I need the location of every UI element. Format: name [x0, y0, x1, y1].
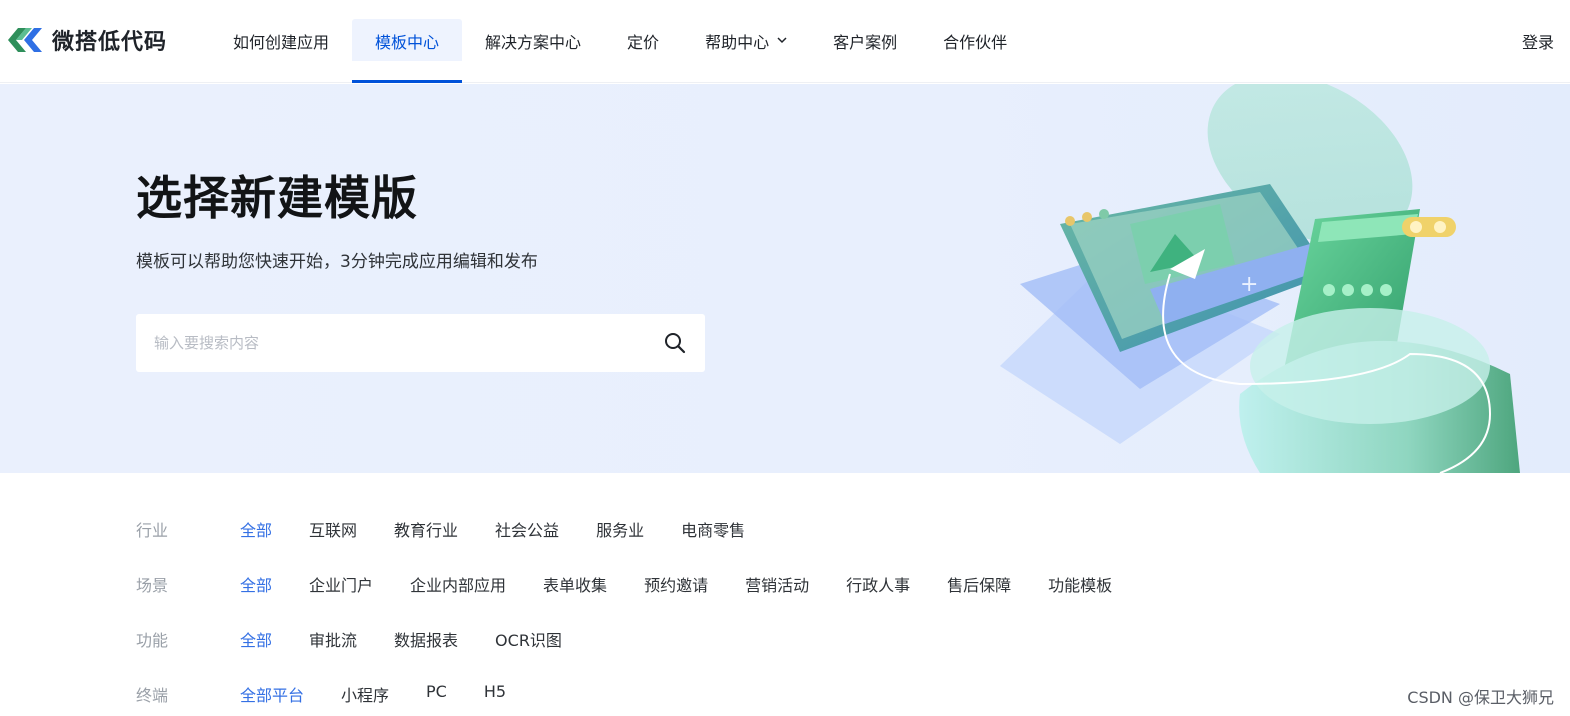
watermark: CSDN @保卫大狮兄 [1407, 688, 1554, 707]
filter-label: 行业 [136, 521, 169, 540]
nav-item-label: 如何创建应用 [233, 33, 330, 52]
filter-options: 全部平台 小程序 PC H5 [240, 670, 543, 706]
search-icon[interactable] [663, 331, 687, 355]
nav-item-label: 模板中心 [375, 33, 440, 52]
filter-option[interactable]: 预约邀请 [644, 560, 708, 596]
filter-option[interactable]: 全部平台 [240, 670, 304, 706]
nav-item-1[interactable]: 模板中心 [352, 19, 463, 83]
filter-option[interactable]: 售后保障 [947, 560, 1011, 596]
filter-label: 终端 [136, 686, 169, 705]
filter-row: 场景 全部 企业门户 企业内部应用 表单收集 预约邀请 营销活动 行政人事 售后保障 功能模板 [136, 560, 1236, 615]
filter-option[interactable]: 互联网 [309, 505, 357, 541]
filter-option[interactable]: 全部 [240, 505, 272, 541]
hero-banner: 选择新建模版 模板可以帮助您快速开始，3分钟完成应用编辑和发布 输入要搜索内容 … [0, 84, 1570, 473]
filter-option[interactable]: 数据报表 [394, 615, 458, 651]
filter-option[interactable]: 审批流 [309, 615, 357, 651]
nav-item-3[interactable]: 定价 [604, 19, 682, 83]
filter-option[interactable]: 表单收集 [543, 560, 607, 596]
filter-row: 行业 全部 互联网 教育行业 社会公益 服务业 电商零售 [136, 505, 1236, 560]
filter-option[interactable]: 企业门户 [309, 560, 373, 596]
nav-item-2[interactable]: 解决方案中心 [462, 19, 604, 83]
filter-option[interactable]: PC [426, 670, 447, 701]
filter-label: 功能 [136, 631, 169, 650]
nav-item-0[interactable]: 如何创建应用 [210, 19, 352, 83]
brand-name: 微搭低代码 [52, 30, 168, 55]
filter-row: 终端 全部平台 小程序 PC H5 [136, 670, 1236, 716]
filter-row: 功能 全部 审批流 数据报表 OCR识图 [136, 615, 1236, 670]
chevron-down-icon [777, 37, 787, 44]
filter-label: 场景 [136, 576, 169, 595]
nav-item-label: 解决方案中心 [485, 33, 582, 52]
filter-option[interactable]: 电商零售 [681, 505, 745, 541]
filter-panel: 行业 全部 互联网 教育行业 社会公益 服务业 电商零售 场景 全部 企业门户 企业内部应用 表单收集… [136, 505, 1236, 716]
filter-option[interactable]: 社会公益 [495, 505, 559, 541]
nav-item-6[interactable]: 合作伙伴 [920, 19, 1030, 83]
filter-option[interactable]: 服务业 [596, 505, 644, 541]
top-header: 微搭低代码 如何创建应用 模板中心 解决方案中心 定价 帮助中心 客户案例 合作伙伴 登录 [0, 0, 1570, 83]
filter-option[interactable]: 功能模板 [1048, 560, 1112, 596]
main-nav: 如何创建应用 模板中心 解决方案中心 定价 帮助中心 客户案例 合作伙伴 [210, 19, 1030, 83]
nav-item-label: 定价 [627, 33, 660, 52]
nav-item-4[interactable]: 帮助中心 [682, 19, 810, 83]
filter-options: 全部 审批流 数据报表 OCR识图 [240, 615, 599, 651]
search-input[interactable] [154, 334, 663, 352]
filter-option[interactable]: 营销活动 [745, 560, 809, 596]
filter-option[interactable]: H5 [484, 670, 506, 701]
nav-item-label: 合作伙伴 [943, 33, 1008, 52]
weda-logo-icon [8, 28, 42, 52]
filter-option[interactable]: 全部 [240, 560, 272, 596]
login-link[interactable]: 登录 [1522, 29, 1554, 53]
svg-text:+: + [1240, 272, 1258, 297]
filter-option[interactable]: 全部 [240, 615, 272, 651]
filter-options: 全部 企业门户 企业内部应用 表单收集 预约邀请 营销活动 行政人事 售后保障 功能模板 [240, 560, 1149, 596]
filter-option[interactable]: OCR识图 [495, 615, 562, 651]
page-subtitle: 模板可以帮助您快速开始，3分钟完成应用编辑和发布 [136, 252, 538, 272]
filter-option[interactable]: 企业内部应用 [410, 560, 506, 596]
nav-item-label: 客户案例 [833, 33, 898, 52]
filter-options: 全部 互联网 教育行业 社会公益 服务业 电商零售 [240, 505, 782, 541]
brand-logo[interactable]: 微搭低代码 [6, 24, 167, 56]
filter-option[interactable]: 行政人事 [846, 560, 910, 596]
nav-item-label: 帮助中心 [705, 33, 770, 52]
nav-item-5[interactable]: 客户案例 [810, 19, 920, 83]
filter-option[interactable]: 小程序 [341, 670, 389, 706]
hero-illustration: + [1000, 84, 1520, 473]
search-bar [136, 314, 705, 372]
filter-option[interactable]: 教育行业 [394, 505, 458, 541]
page-title: 选择新建模版 [136, 171, 418, 225]
